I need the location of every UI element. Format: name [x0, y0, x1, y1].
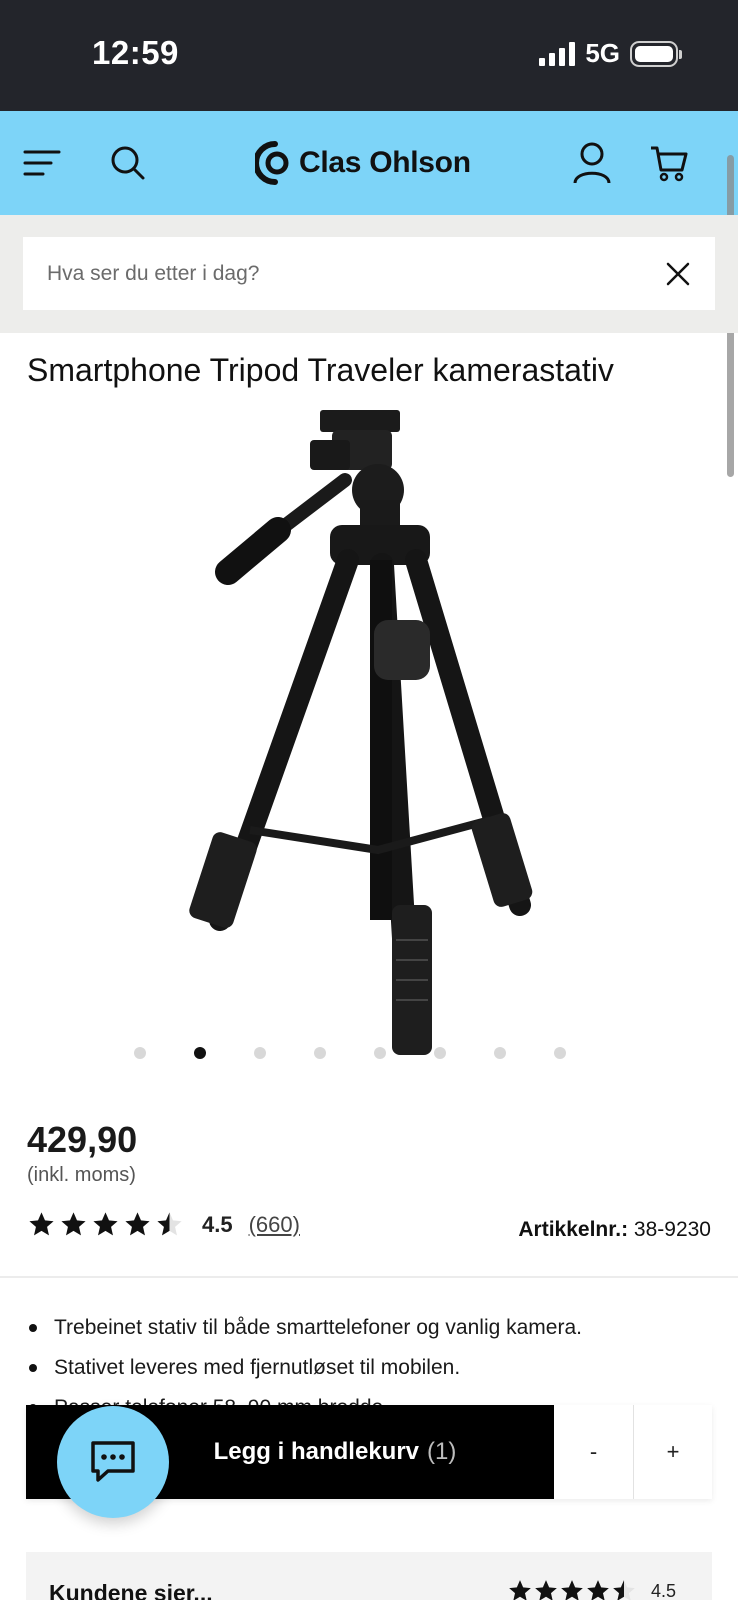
star-full-icon	[509, 1580, 531, 1600]
signal-icon	[539, 41, 576, 66]
star-full-icon	[535, 1580, 557, 1600]
status-bar: 12:59 5G	[0, 0, 738, 111]
carousel-dot[interactable]	[434, 1047, 446, 1059]
account-icon	[573, 142, 611, 184]
reviews-value: 4.5	[650, 1580, 676, 1600]
star-full-icon	[587, 1580, 609, 1600]
product-price: 429,90	[27, 1119, 138, 1160]
star-full-icon	[125, 1212, 150, 1236]
section-divider	[0, 1276, 738, 1278]
carousel-dot-active[interactable]	[194, 1047, 206, 1059]
search-input[interactable]	[47, 261, 627, 286]
image-carousel-dots	[134, 1047, 566, 1059]
feature-item: Stativet leveres med fjernutløset til mo…	[27, 1348, 582, 1388]
reviews-rating: 4.5	[507, 1578, 676, 1600]
star-full-icon	[29, 1212, 54, 1236]
product-image[interactable]	[160, 400, 580, 1090]
network-type: 5G	[585, 38, 620, 68]
article-number: Artikkelnr.: 38-9230	[518, 1218, 711, 1242]
cart-button[interactable]	[645, 139, 693, 187]
product-title: Smartphone Tripod Traveler kamerastativ	[27, 352, 614, 388]
brand-name: Clas Ohlson	[299, 146, 471, 179]
search-box	[23, 237, 715, 310]
account-button[interactable]	[568, 139, 616, 187]
carousel-dot[interactable]	[134, 1047, 146, 1059]
reviews-summary[interactable]: Kundene sier... 4.5	[26, 1552, 712, 1600]
star-full-icon	[93, 1212, 118, 1236]
menu-icon	[23, 150, 61, 176]
menu-button[interactable]	[18, 139, 66, 187]
carousel-dot[interactable]	[554, 1047, 566, 1059]
carousel-dot[interactable]	[314, 1047, 326, 1059]
cart-icon	[651, 146, 688, 182]
rating-value: 4.5	[202, 1211, 233, 1237]
star-full-icon	[561, 1580, 583, 1600]
rating-stars	[27, 1210, 184, 1239]
search-icon	[111, 146, 145, 180]
site-header: Clas Ohlson	[0, 111, 738, 215]
brand-logo[interactable]: Clas Ohlson	[255, 136, 471, 190]
carousel-dot[interactable]	[374, 1047, 386, 1059]
search-area	[0, 215, 738, 333]
battery-icon	[630, 40, 682, 67]
product-rating: 4.5 (660)	[27, 1210, 300, 1239]
chat-button[interactable]	[57, 1406, 169, 1518]
chat-icon	[91, 1441, 135, 1482]
rating-count-link[interactable]: (660)	[249, 1212, 300, 1238]
star-full-icon	[61, 1212, 86, 1236]
clas-ohlson-logo-icon	[255, 141, 289, 185]
increase-quantity-button[interactable]: +	[633, 1405, 712, 1499]
decrease-quantity-button[interactable]: -	[554, 1405, 633, 1499]
feature-item: Trebeinet stativ til både smarttelefoner…	[27, 1308, 582, 1348]
status-time: 12:59	[92, 34, 179, 71]
close-icon[interactable]	[663, 259, 693, 289]
carousel-dot[interactable]	[494, 1047, 506, 1059]
star-half-icon	[613, 1580, 635, 1600]
reviews-title: Kundene sier...	[49, 1580, 213, 1600]
carousel-dot[interactable]	[254, 1047, 266, 1059]
status-indicators: 5G	[539, 38, 682, 69]
cart-quantity: (1)	[427, 1438, 457, 1465]
search-button[interactable]	[104, 139, 152, 187]
vat-note: (inkl. moms)	[27, 1164, 136, 1186]
article-label: Artikkelnr.:	[518, 1218, 629, 1241]
article-value: 38-9230	[633, 1218, 711, 1241]
star-half-icon	[157, 1212, 182, 1236]
add-to-cart-label: Legg i handlekurv	[213, 1438, 420, 1465]
